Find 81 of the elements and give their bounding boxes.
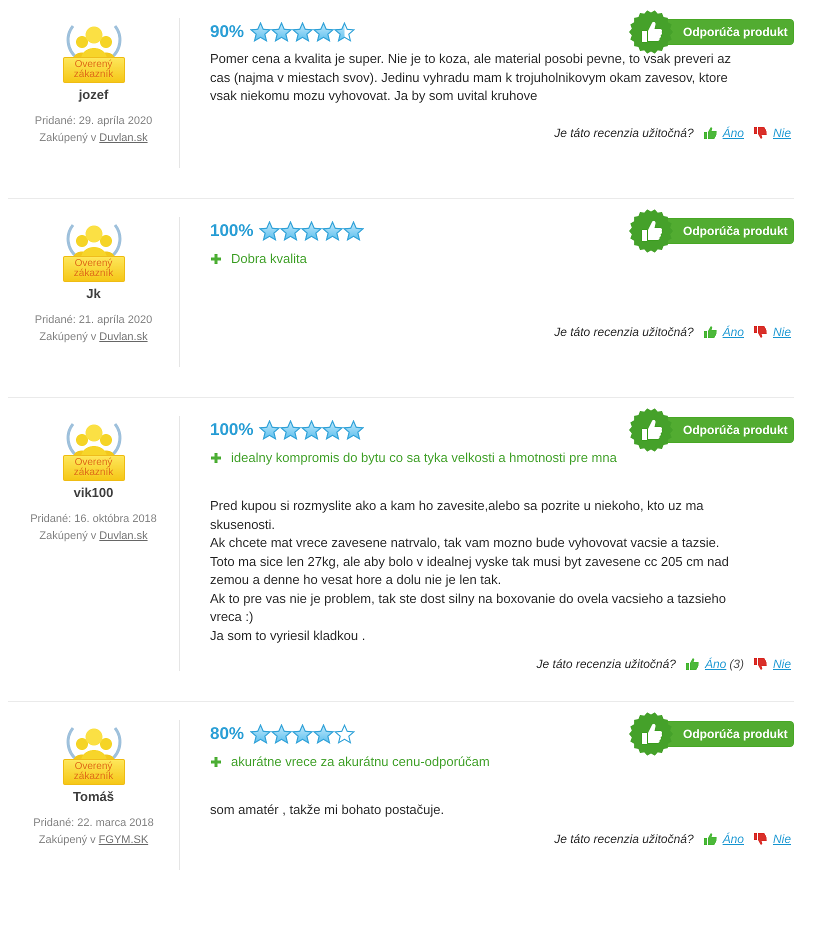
star-icon — [343, 221, 364, 241]
review-text: Ak chcete mat vrece zavesene natrvalo, tak vam mozno bude vyhovovat vacsie a tazsie. Toto ma sice len 27kg, ale aby bolo v idealnej vyske tak musi byt zavesene cc 205 cm nad zemou a denne ho vesat hore a dolu nie je len tak. — [210, 534, 730, 589]
star-icon — [322, 221, 344, 241]
thumbs-up-icon — [704, 127, 717, 139]
plus-icon — [211, 452, 221, 462]
shop-link[interactable]: Duvlan.sk — [99, 329, 148, 346]
purchased-label: Zakúpený v — [38, 833, 96, 848]
purchased-label: Zakúpený v — [39, 330, 96, 345]
pro-text: idealny kompromis do bytu co sa tyka velkosti a hmotnosti pre mna — [231, 450, 617, 465]
helpful-vote-link[interactable]: Áno — [704, 657, 726, 671]
added-date: Pridané: 29. apríla 2020 — [34, 114, 152, 129]
star-icon — [301, 221, 322, 241]
review-text: som amatér , takže mi bohato postačuje. — [210, 801, 446, 819]
thumbs-down-icon — [754, 326, 767, 338]
unhelpful-vote-link[interactable]: Nie — [772, 126, 791, 140]
star-icon — [343, 420, 364, 440]
review-text: Ja som to vyriesil kladkou . — [210, 626, 366, 645]
shop-link[interactable]: Duvlan.sk — [99, 528, 148, 545]
thumbs-up-seal-icon — [629, 209, 673, 253]
thumbs-down-icon — [754, 832, 767, 844]
review-text: Pomer cena a kvalita je super. Nie je to koza, ale material posobi pevne, to vsak preveri az cas (najma v miestach svov). Jedinu vyhradu mam k trojuholnikovym okam zavesov, ktore vsak niekomu mozu vyhovovat. Ja by som uvital kruhove — [210, 50, 732, 105]
thumbs-up-seal-icon — [629, 408, 673, 452]
thumbs-down-icon — [754, 658, 767, 670]
star-icon — [334, 22, 356, 42]
added-date: Pridané: 21. apríla 2020 — [34, 313, 152, 328]
review-text: Ak to pre vas nie je problem, tak ste dost silny na boxovanie do ovela vacsieho a tazsieho vreca :) — [210, 590, 727, 626]
star-icon — [334, 724, 356, 744]
verified-customer-label: Overený zákazník — [62, 759, 124, 785]
star-icon — [280, 221, 302, 241]
star-icon — [313, 724, 334, 744]
thumbs-up-seal-icon — [629, 712, 673, 756]
added-date: Pridané: 16. októbra 2018 — [30, 512, 157, 527]
star-icon — [292, 22, 314, 42]
star-icon — [322, 420, 344, 440]
pro-text: akurátne vrece za akurátnu cenu-odporúčam — [231, 754, 490, 769]
star-icon — [250, 22, 272, 42]
rating-percent: 100% — [210, 221, 254, 241]
author-name: jozef — [78, 87, 108, 102]
plus-icon — [211, 254, 221, 264]
helpful-question: Je táto recenzia užitočná? — [554, 126, 694, 140]
rating-percent: 90% — [210, 22, 244, 42]
verified-customer-label: Overený zákazník — [62, 256, 124, 282]
author-name: Jk — [86, 286, 101, 301]
yes-count: (3) — [729, 657, 744, 671]
verified-customer-label: Overený zákazník — [62, 57, 124, 83]
thumbs-up-icon — [686, 658, 699, 670]
thumbs-up-icon — [704, 832, 717, 844]
unhelpful-vote-link[interactable]: Nie — [772, 832, 791, 846]
unhelpful-vote-link[interactable]: Nie — [772, 325, 791, 339]
purchased-label: Zakúpený v — [39, 131, 96, 146]
shop-link[interactable]: Duvlan.sk — [99, 130, 148, 147]
rating-percent: 80% — [210, 724, 244, 744]
verified-customer-label: Overený zákazník — [62, 455, 124, 481]
added-date: Pridané: 22. marca 2018 — [33, 816, 154, 831]
helpful-question: Je táto recenzia užitočná? — [536, 657, 676, 671]
helpful-vote-link[interactable]: Áno — [722, 126, 744, 140]
shop-link[interactable]: FGYM.SK — [98, 832, 148, 849]
helpful-vote-link[interactable]: Áno — [722, 832, 744, 846]
star-icon — [313, 22, 334, 42]
star-icon — [280, 420, 302, 440]
helpful-vote-link[interactable]: Áno — [722, 325, 744, 339]
helpful-question: Je táto recenzia užitočná? — [554, 832, 694, 846]
helpful-question: Je táto recenzia užitočná? — [554, 325, 694, 339]
purchased-label: Zakúpený v — [39, 529, 96, 544]
rating-percent: 100% — [210, 420, 254, 440]
plus-icon — [211, 756, 221, 766]
star-icon — [271, 724, 292, 744]
star-icon — [301, 420, 322, 440]
author-name: vik100 — [74, 485, 114, 500]
author-name: Tomáš — [73, 789, 114, 804]
thumbs-up-icon — [704, 326, 717, 338]
star-icon — [259, 420, 280, 440]
star-icon — [271, 22, 292, 42]
pro-text: Dobra kvalita — [231, 251, 307, 266]
review-text: Pred kupou si rozmyslite ako a kam ho zavesite,alebo sa pozrite u niekoho, kto uz ma skusenosti. — [210, 497, 705, 534]
star-icon — [250, 724, 272, 744]
thumbs-up-seal-icon — [629, 10, 673, 54]
star-icon — [259, 221, 280, 241]
unhelpful-vote-link[interactable]: Nie — [772, 657, 791, 671]
star-icon — [292, 724, 314, 744]
thumbs-down-icon — [754, 127, 767, 139]
